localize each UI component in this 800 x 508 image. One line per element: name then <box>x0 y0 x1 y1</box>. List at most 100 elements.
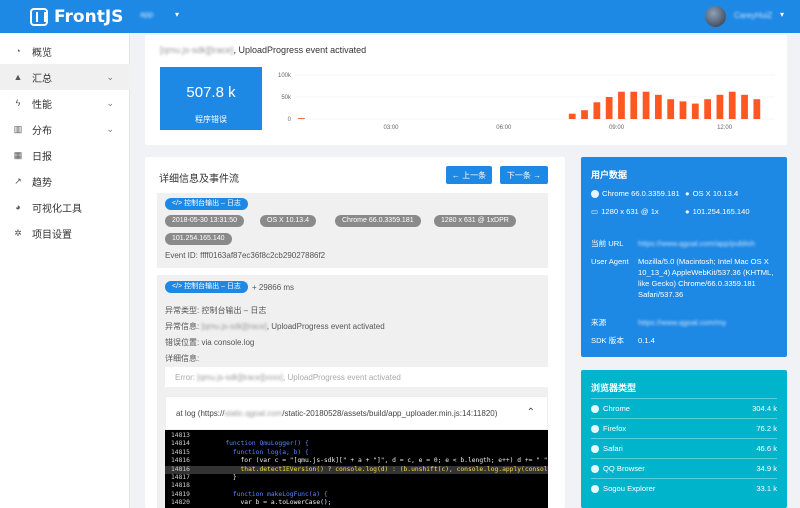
bar[interactable] <box>593 102 601 119</box>
code-line: 14819 function makeLogFunc(a) { <box>165 491 548 499</box>
error-label: 程序错误 <box>195 115 227 124</box>
browser-row[interactable]: Safari 46.6 k <box>591 438 777 458</box>
ip-info: ● 101.254.165.140 <box>685 207 750 216</box>
os-tag: OS X 10.13.4 <box>260 215 317 227</box>
line-chart-icon: ↗ <box>14 175 22 186</box>
qq-icon <box>591 464 599 473</box>
console-log-tag: </> 控制台输出 – 日志 <box>165 281 248 293</box>
sidebar-item-4[interactable]: ▦ 日报 <box>0 142 130 168</box>
chevron-down-icon[interactable]: ▾ <box>175 10 179 19</box>
code-line: 14816 for (var c = "[qmu.js-sdk][" + a +… <box>165 457 548 465</box>
stack-frame-header[interactable]: at log (https://static.qgoal.com/static-… <box>165 396 548 430</box>
line-text: function log(a, b) { <box>195 448 309 456</box>
sidebar: ◔ 概览 ▲ 汇总 ⌄ ϟ 性能 ⌄ ▥ 分布 ⌄ ▦ 日报 ↗ 趋势 ◕ 可视化工具 ✲ 项目设置 <box>0 33 130 508</box>
bar[interactable] <box>679 101 687 119</box>
bar[interactable] <box>581 110 588 119</box>
bar[interactable] <box>667 99 675 119</box>
error-position: 错误位置: via console.log <box>165 338 255 347</box>
error-info-label: 异常信息: <box>165 322 202 331</box>
user-name[interactable]: CareyHuiZ <box>734 11 772 20</box>
bar[interactable] <box>741 94 748 119</box>
line-text: for (var c = "[qmu.js-sdk][" + a + "]", … <box>195 457 548 465</box>
logo[interactable]: FrontJS <box>30 7 123 27</box>
gear-icon: ✲ <box>14 227 22 238</box>
os-value: OS X 10.13.4 <box>692 189 739 198</box>
line-number: 14815 <box>171 448 190 456</box>
sidebar-item-label: 趋势 <box>32 177 52 189</box>
bar[interactable] <box>605 97 613 119</box>
browser-count: 34.9 k <box>756 464 777 473</box>
avatar[interactable] <box>705 6 726 27</box>
stack-frame-prefix: at log (https:// <box>176 409 225 418</box>
chevron-down-icon[interactable]: ⌄ <box>106 124 114 135</box>
ip-value: 101.254.165.140 <box>692 207 750 216</box>
bar[interactable] <box>728 91 736 119</box>
apple-icon: ● <box>685 189 690 198</box>
chevron-down-icon[interactable]: ▾ <box>780 10 784 19</box>
screen-info: ▭ 1280 x 631 @ 1x <box>591 207 659 216</box>
error-prefix: Error: <box>175 373 198 382</box>
screen-value: 1280 x 631 @ 1x <box>601 207 659 216</box>
sidebar-item-7[interactable]: ✲ 项目设置 <box>0 220 130 246</box>
dashboard-icon: ◔ <box>15 46 21 56</box>
line-text: function makeLogFunc(a) { <box>195 490 328 498</box>
browser-row[interactable]: QQ Browser 34.9 k <box>591 458 777 478</box>
detail-title: 详细信息及事件流 <box>159 174 239 185</box>
bar[interactable] <box>716 94 724 119</box>
ip-tag: 101.254.165.140 <box>165 233 232 245</box>
question-icon <box>591 484 599 493</box>
code-line: 14813 <box>165 432 548 440</box>
error-count-box[interactable]: 507.8 k 程序错误 <box>160 67 262 130</box>
app-selector[interactable]: app <box>140 10 153 19</box>
error-info: 异常信息: [qmu.js-sdk][trace], UploadProgres… <box>165 321 385 332</box>
sidebar-item-3[interactable]: ▥ 分布 ⌄ <box>0 116 130 142</box>
y-tick-label: 0 <box>288 117 292 123</box>
stack-frame-host: static.qgoal.com <box>224 409 283 418</box>
bar[interactable] <box>630 91 638 119</box>
browser-count: 304.4 k <box>752 404 777 413</box>
sidebar-item-label: 项目设置 <box>32 229 72 241</box>
prev-button[interactable]: ← 上一条 <box>446 166 492 184</box>
error-trend-chart: 100k 50k 0 03:00 06:00 09:00 12:00 <box>278 73 775 131</box>
browser-row[interactable]: Sogou Explorer 33.1 k <box>591 478 777 498</box>
error-message-box: Error: [qmu.js-sdk][trace][xxxx], Upload… <box>165 367 548 387</box>
event-panel-1: </> 控制台输出 – 日志 2018-05-30 13:31:50 OS X … <box>157 193 548 268</box>
browser-row[interactable]: Firefox 76.2 k <box>591 418 777 438</box>
browser-types-card: 浏览器类型 Chrome 304.4 k Firefox 76.2 k Safari 46… <box>581 370 787 508</box>
bar[interactable] <box>642 91 650 119</box>
chevron-up-icon[interactable]: ⌃ <box>527 407 535 418</box>
ua-label: User Agent <box>591 257 629 266</box>
chevron-down-icon[interactable]: ⌄ <box>106 72 114 83</box>
bar[interactable] <box>704 99 711 119</box>
referrer-label: 来源 <box>591 318 607 327</box>
sidebar-item-label: 性能 <box>32 99 52 111</box>
line-text: var b = a.toLowerCase(); <box>195 499 332 507</box>
url-value[interactable]: https://www.qgoal.com/app/publish <box>638 238 755 249</box>
line-text: that.detectIEVersion() ? console.log(d) … <box>195 465 548 473</box>
code-line: 14814 function QmuLogger() { <box>165 440 548 448</box>
line-number: 14818 <box>171 482 190 490</box>
error-info-blur: [qmu.js-sdk][trace] <box>201 322 267 331</box>
sidebar-item-6[interactable]: ◕ 可视化工具 <box>0 194 130 220</box>
next-button[interactable]: 下一条 → <box>500 166 548 184</box>
sidebar-item-5[interactable]: ↗ 趋势 <box>0 168 130 194</box>
sidebar-item-2[interactable]: ϟ 性能 ⌄ <box>0 90 130 116</box>
browser-name: Chrome <box>603 404 631 413</box>
bar[interactable] <box>568 113 576 119</box>
sidebar-item-1[interactable]: ▲ 汇总 ⌄ <box>0 64 130 90</box>
line-number: 14814 <box>171 440 190 448</box>
bar[interactable] <box>618 91 625 119</box>
bar[interactable] <box>753 99 761 119</box>
user-data-title: 用户数据 <box>591 170 628 180</box>
browser-name: Safari <box>603 444 623 453</box>
sidebar-item-label: 汇总 <box>32 73 52 85</box>
browser-row[interactable]: Chrome 304.4 k <box>591 398 777 418</box>
error-count: 507.8 k <box>186 84 236 101</box>
referrer-value[interactable]: https://www.qgoal.com/my <box>638 317 726 328</box>
sidebar-item-0[interactable]: ◔ 概览 <box>0 38 130 64</box>
browser-tag: Chrome 66.0.3359.181 <box>335 215 421 227</box>
chevron-down-icon[interactable]: ⌄ <box>106 98 114 109</box>
bar[interactable] <box>691 103 699 119</box>
bar[interactable] <box>298 118 305 119</box>
bar[interactable] <box>655 94 662 119</box>
